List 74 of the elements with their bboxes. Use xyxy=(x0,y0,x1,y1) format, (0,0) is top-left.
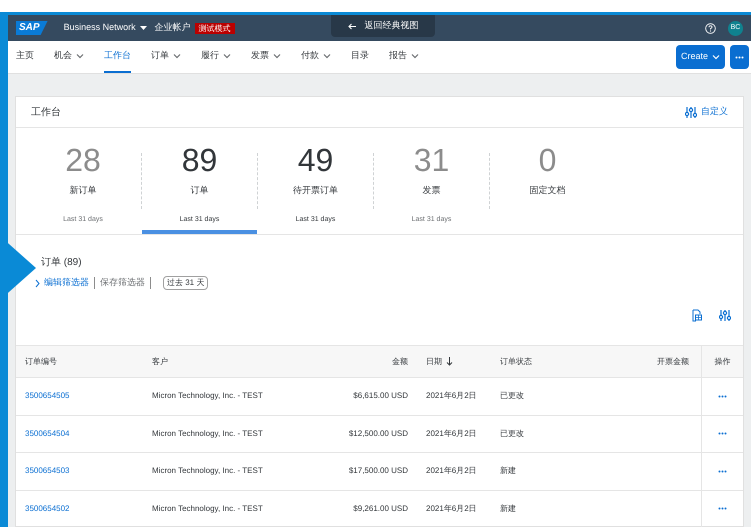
customer-cell: Micron Technology, Inc. - TEST xyxy=(152,391,263,400)
order-link[interactable]: 3500654504 xyxy=(25,428,70,438)
more-icon[interactable] xyxy=(718,394,727,398)
customize-link[interactable]: 自定义 xyxy=(685,105,728,119)
order-link[interactable]: 3500654503 xyxy=(25,466,70,476)
chevron-down-icon xyxy=(712,54,720,60)
column-header[interactable]: 开票金额 xyxy=(657,356,689,368)
date-cell: 2021年6月2日 xyxy=(426,428,477,438)
status-cell: 新建 xyxy=(500,466,516,476)
amount-cell: $12,500.00 USD xyxy=(348,428,408,438)
more-button[interactable] xyxy=(730,45,749,69)
sort-down-icon xyxy=(446,357,453,366)
kpi-value: 89 xyxy=(182,142,218,178)
nav-tab[interactable]: 订单 xyxy=(151,41,181,73)
status-cell: 新建 xyxy=(500,504,516,513)
column-header[interactable]: 订单状态 xyxy=(500,356,532,368)
sap-logo[interactable]: SAP xyxy=(16,21,48,35)
sliders-icon xyxy=(719,309,731,322)
order-link[interactable]: 3500654502 xyxy=(25,504,70,513)
status-cell: 已更改 xyxy=(500,391,524,400)
account-name: 企业帐户 xyxy=(154,21,191,34)
kpi-value: 49 xyxy=(298,142,334,178)
kpi-value: 0 xyxy=(538,142,556,178)
kpi-label: 订单 xyxy=(190,184,208,197)
chevron-right-icon xyxy=(35,278,40,288)
more-icon[interactable] xyxy=(718,470,727,473)
period-chip: 过去 31 天 xyxy=(163,276,208,290)
status-cell: 已更改 xyxy=(500,428,524,438)
amount-cell: $9,261.00 USD xyxy=(353,504,408,513)
kpi-label: 发票 xyxy=(422,184,440,197)
more-icon xyxy=(735,56,744,58)
nav-tab[interactable]: 机会 xyxy=(54,41,84,73)
create-button[interactable]: Create xyxy=(676,45,725,69)
kpi-value: 28 xyxy=(65,142,101,178)
customer-cell: Micron Technology, Inc. - TEST xyxy=(152,466,263,476)
nav-tab[interactable]: 目录 xyxy=(351,41,369,73)
customer-cell: Micron Technology, Inc. - TEST xyxy=(152,504,263,513)
kpi-label: 固定文档 xyxy=(530,184,566,197)
orders-title: 订单 (89) xyxy=(41,256,83,270)
nav-tab[interactable]: 工作台 xyxy=(104,41,131,73)
caret-down-icon xyxy=(140,26,147,30)
kpi-label: 新订单 xyxy=(70,184,96,197)
product-menu[interactable]: Business Network xyxy=(64,21,147,35)
column-header[interactable]: 金额 xyxy=(392,356,408,368)
date-cell: 2021年6月2日 xyxy=(426,504,477,513)
kpi-value: 31 xyxy=(414,142,450,178)
amount-cell: $6,615.00 USD xyxy=(353,391,408,400)
card-title: 工作台 xyxy=(31,106,61,120)
more-icon[interactable] xyxy=(718,507,727,510)
help-icon[interactable] xyxy=(705,22,716,34)
customer-cell: Micron Technology, Inc. - TEST xyxy=(152,428,263,438)
save-filter-link[interactable]: 保存筛选器 xyxy=(100,276,145,290)
mode-badge: 测试模式 xyxy=(194,22,235,34)
nav-tab[interactable]: 履行 xyxy=(201,41,231,73)
column-header[interactable]: 日期 xyxy=(426,356,453,368)
amount-cell: $17,500.00 USD xyxy=(348,466,408,476)
arrow-left-icon xyxy=(348,22,356,30)
back-button[interactable]: 返回经典视图 xyxy=(331,15,435,37)
nav-tab[interactable]: 发票 xyxy=(251,41,281,73)
kpi-tile[interactable]: 0 固定文档 xyxy=(490,128,605,234)
date-cell: 2021年6月2日 xyxy=(426,391,477,400)
column-header[interactable]: 操作 xyxy=(714,356,730,368)
nav-tab[interactable]: 报告 xyxy=(389,41,419,73)
export-icon[interactable] xyxy=(691,309,702,322)
edit-filter-link[interactable]: 编辑筛选器 xyxy=(35,276,89,290)
sliders-icon xyxy=(685,106,697,118)
date-cell: 2021年6月2日 xyxy=(426,466,477,476)
more-icon[interactable] xyxy=(718,432,727,436)
nav-tab[interactable]: 主页 xyxy=(16,41,34,73)
column-header[interactable]: 订单编号 xyxy=(25,356,57,368)
column-header[interactable]: 客户 xyxy=(152,356,168,368)
nav-tab[interactable]: 付款 xyxy=(301,41,331,73)
kpi-label: 待开票订单 xyxy=(293,184,338,197)
order-link[interactable]: 3500654505 xyxy=(25,391,70,400)
